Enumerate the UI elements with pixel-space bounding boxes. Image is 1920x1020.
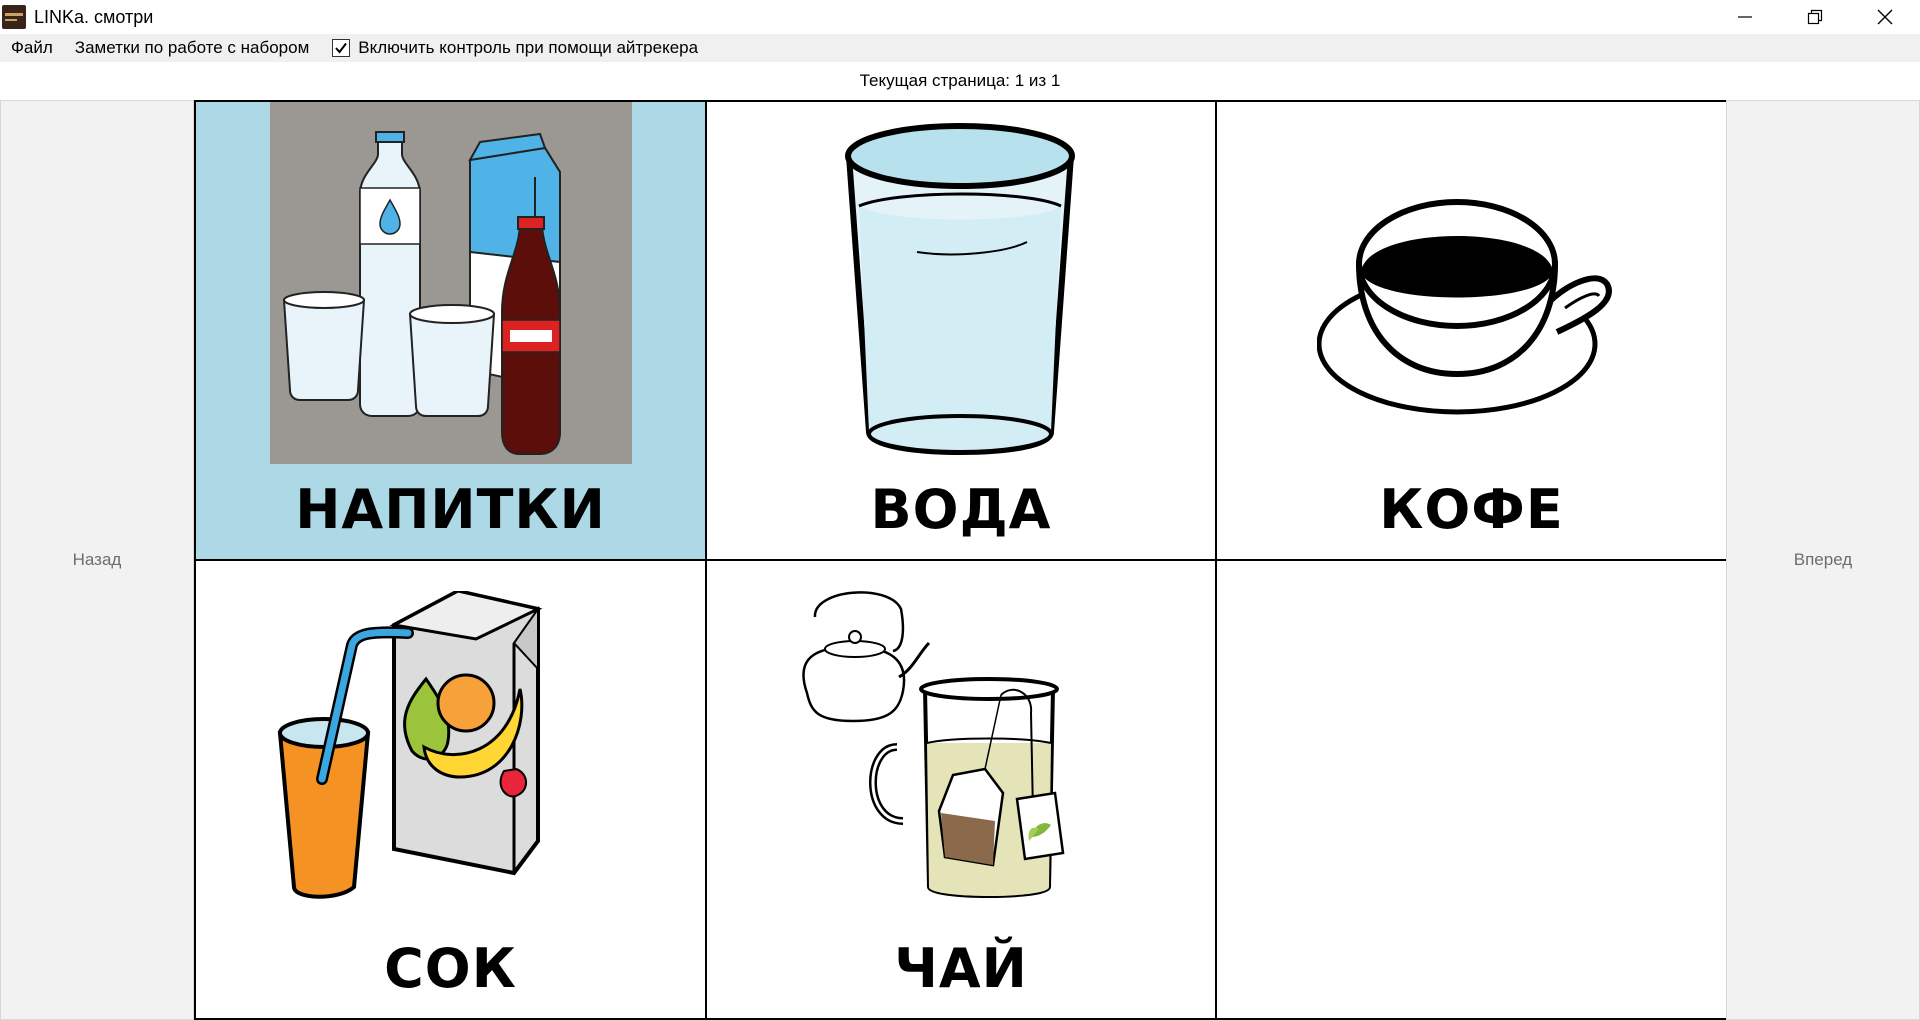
card-grid: НАПИТКИ ВОДА КОФЕ СОК ЧАЙ xyxy=(194,100,1726,1020)
card-tea[interactable]: ЧАЙ xyxy=(707,561,1215,1018)
drinks-picture xyxy=(270,102,632,464)
close-icon xyxy=(1877,9,1893,25)
title-bar: LINKa. смотри xyxy=(0,0,1920,34)
card-label: ЧАЙ xyxy=(894,937,1028,1000)
close-button[interactable] xyxy=(1850,0,1920,34)
card-juice[interactable]: СОК xyxy=(196,561,705,1018)
checkmark-icon xyxy=(335,42,348,54)
card-label: СОК xyxy=(384,937,517,1000)
minimize-icon xyxy=(1738,16,1752,18)
window-controls xyxy=(1710,0,1920,34)
menu-notes[interactable]: Заметки по работе с набором xyxy=(64,34,320,62)
app-logo-icon xyxy=(2,5,26,29)
page-indicator: Текущая страница: 1 из 1 xyxy=(859,71,1061,90)
eyetracker-label: Включить контроль при помощи айтрекера xyxy=(358,38,699,57)
card-label: НАПИТКИ xyxy=(295,478,606,541)
restore-icon xyxy=(1807,9,1823,25)
card-label: ВОДА xyxy=(870,478,1052,541)
menu-file[interactable]: Файл xyxy=(0,34,64,62)
coffee-cup-picture xyxy=(1317,199,1612,415)
back-button[interactable]: Назад xyxy=(0,100,194,1020)
eyetracker-toggle[interactable]: Включить контроль при помощи айтрекера xyxy=(332,38,698,58)
card-label: КОФЕ xyxy=(1379,478,1564,541)
back-label: Назад xyxy=(72,550,122,569)
tea-picture xyxy=(802,591,1065,898)
juice-picture xyxy=(277,591,543,899)
restore-button[interactable] xyxy=(1780,0,1850,34)
eyetracker-checkbox[interactable] xyxy=(332,39,351,57)
forward-label: Вперед xyxy=(1793,550,1853,569)
water-glass-picture xyxy=(845,123,1075,456)
card-drinks[interactable]: НАПИТКИ xyxy=(196,102,705,559)
menu-bar: Файл Заметки по работе с набором Включит… xyxy=(0,34,1920,62)
forward-button[interactable]: Вперед xyxy=(1726,100,1920,1020)
window-title: LINKa. смотри xyxy=(34,6,154,27)
card-water[interactable]: ВОДА xyxy=(707,102,1215,559)
minimize-button[interactable] xyxy=(1710,0,1780,34)
card-coffee[interactable]: КОФЕ xyxy=(1217,102,1726,559)
card-empty[interactable] xyxy=(1217,561,1726,1018)
